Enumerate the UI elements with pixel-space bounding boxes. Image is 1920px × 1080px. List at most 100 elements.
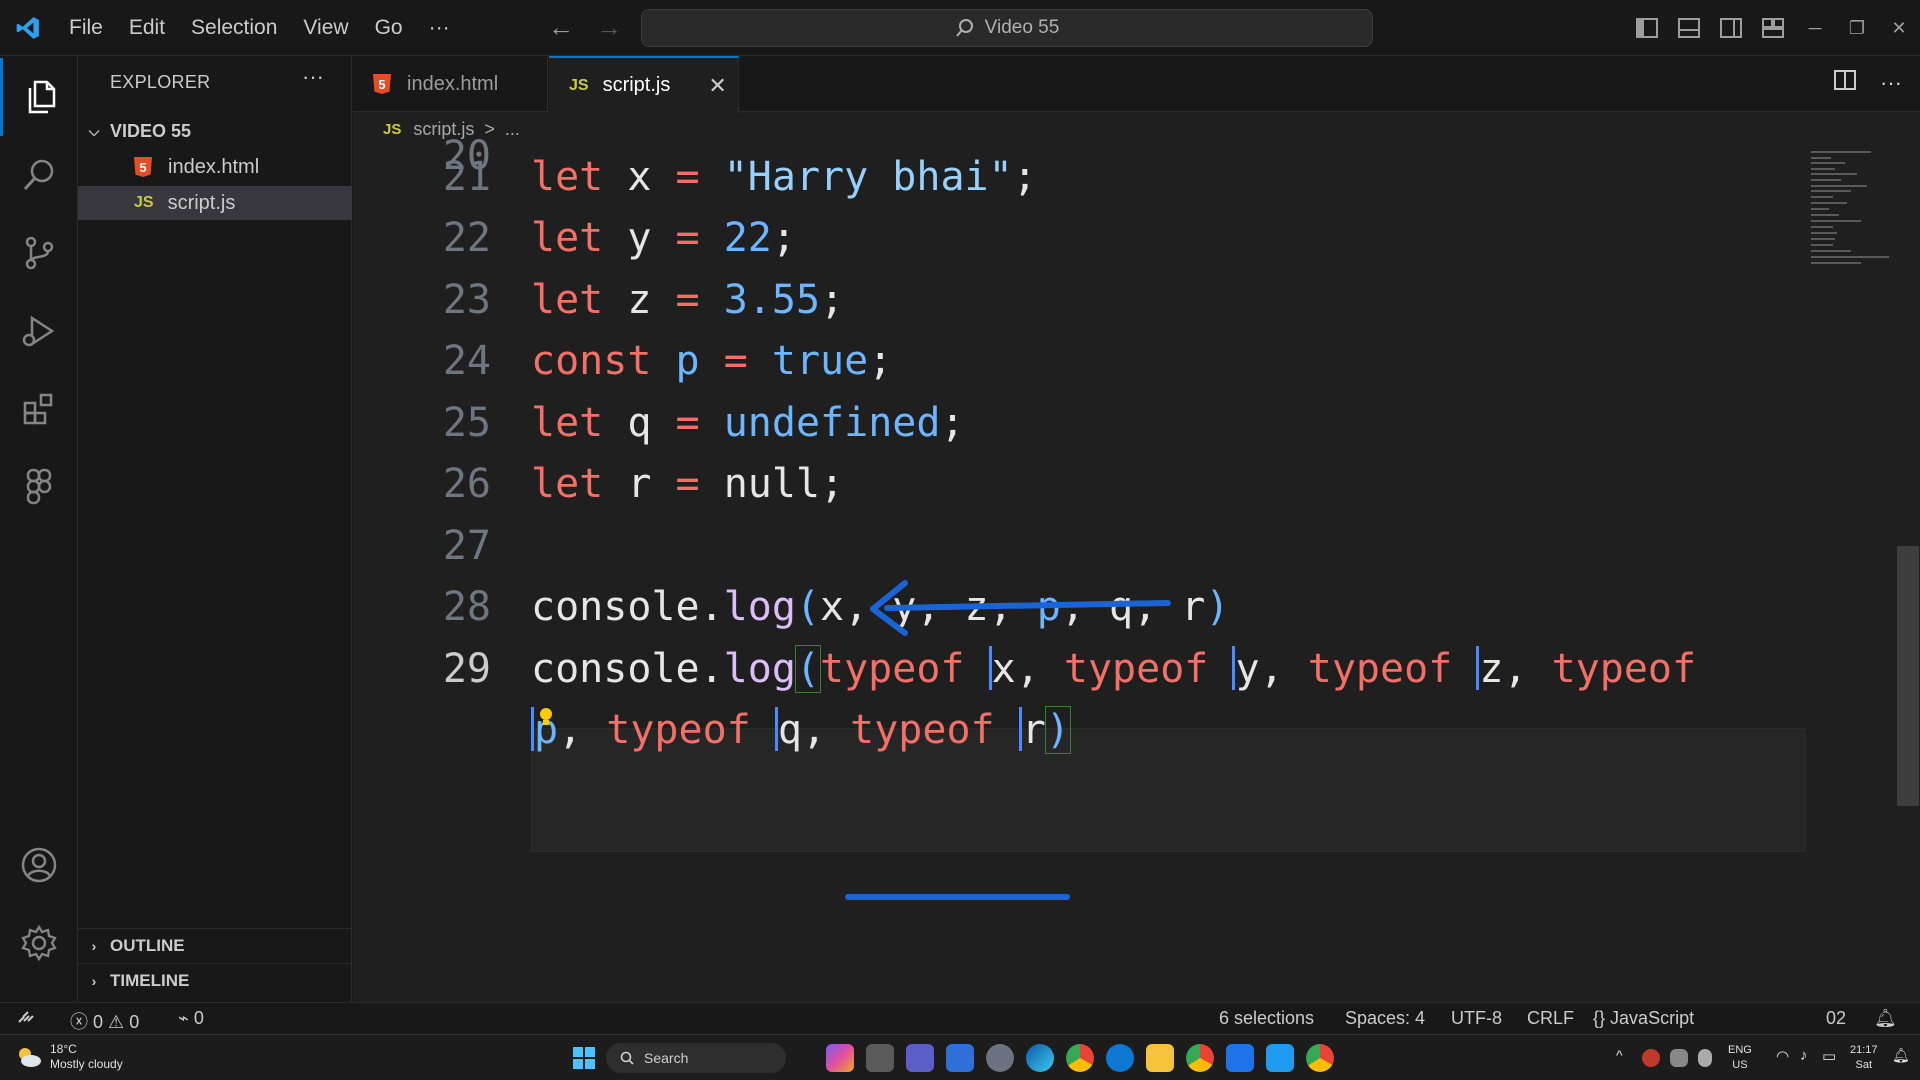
weather-widget[interactable]: 18°C Mostly cloudy: [16, 1042, 123, 1072]
menu-bar: File Edit Selection View Go ···: [56, 0, 463, 56]
minimap[interactable]: [1811, 149, 1893, 279]
toggle-panel-icon[interactable]: [1668, 0, 1710, 56]
menu-selection[interactable]: Selection: [178, 0, 290, 56]
folder-root[interactable]: ⌵ VIDEO 55: [78, 116, 352, 146]
file-item-script-js[interactable]: JS script.js: [78, 186, 352, 220]
title-right-controls: ─ ❐ ✕: [1626, 0, 1920, 56]
file-item-index-html[interactable]: 5 index.html: [78, 150, 352, 184]
tab-label: script.js: [602, 74, 671, 96]
windows-taskbar: 18°C Mostly cloudy Search ^ ENG US ◠ ♪ ▭…: [0, 1034, 1920, 1080]
chrome-dev-icon[interactable]: [1306, 1044, 1334, 1072]
task-view-icon[interactable]: [866, 1044, 894, 1072]
line-number: 24: [442, 338, 491, 384]
explorer-sidebar: EXPLORER ··· ⌵ VIDEO 55 5 index.html JS …: [78, 56, 352, 1002]
menu-more[interactable]: ···: [416, 0, 463, 56]
command-center-search[interactable]: Video 55: [641, 9, 1373, 47]
tray-overflow-chevron-icon[interactable]: ^: [1616, 1047, 1623, 1063]
todo-check-icon[interactable]: [1226, 1044, 1254, 1072]
breadcrumb-symbols[interactable]: ...: [505, 119, 520, 140]
close-icon[interactable]: ✕: [708, 73, 726, 99]
code-line-21: let x = "Harry bhai";: [531, 154, 1037, 200]
split-editor-icon[interactable]: [1834, 70, 1857, 96]
chrome-icon[interactable]: [1066, 1044, 1094, 1072]
toggle-primary-sidebar-icon[interactable]: [1626, 0, 1668, 56]
taskbar-search[interactable]: Search: [606, 1043, 786, 1073]
vertical-scrollbar[interactable]: [1897, 546, 1919, 806]
input-language[interactable]: ENG US: [1728, 1043, 1752, 1073]
ports-count: 0: [193, 1008, 204, 1028]
menu-go[interactable]: Go: [362, 0, 416, 56]
code-line-29: console.log(typeof x, typeof y, typeof z…: [531, 645, 1697, 693]
ports-indicator[interactable]: ⌁ 0: [178, 1008, 204, 1029]
activity-bar: [0, 56, 78, 1002]
file-explorer-icon[interactable]: [1146, 1044, 1174, 1072]
code-line-23: let z = 3.55;: [531, 277, 845, 323]
editor-more-icon[interactable]: ···: [1880, 70, 1902, 96]
explorer-icon[interactable]: [0, 58, 78, 136]
customize-layout-icon[interactable]: [1752, 0, 1794, 56]
explorer-more-icon[interactable]: ···: [302, 64, 324, 90]
selections-indicator[interactable]: 6 selections: [1219, 1008, 1314, 1029]
clock[interactable]: 21:17 Sat: [1850, 1043, 1878, 1073]
tab-script-js[interactable]: JS script.js ✕: [549, 56, 739, 113]
vscode-taskbar-icon[interactable]: [1266, 1044, 1294, 1072]
copilot-icon[interactable]: [826, 1044, 854, 1072]
chevron-down-icon: ⌵: [88, 122, 100, 139]
calendar-icon[interactable]: [946, 1044, 974, 1072]
tray-app-icon[interactable]: [1642, 1049, 1660, 1067]
outline-section[interactable]: › OUTLINE: [78, 928, 352, 963]
notifications-bell-icon[interactable]: 🔔︎: [1874, 1008, 1897, 1029]
manage-gear-icon[interactable]: [0, 904, 78, 982]
remote-indicator-icon[interactable]: [0, 1003, 52, 1035]
encoding-indicator[interactable]: UTF-8: [1451, 1008, 1502, 1029]
editor-actions: ···: [1834, 70, 1902, 96]
tab-bar: 5 index.html JS script.js ✕ ···: [353, 56, 1920, 113]
annotation-arrow-icon: [870, 580, 1171, 636]
onedrive-icon[interactable]: [1670, 1049, 1688, 1067]
settings-gear-icon[interactable]: [986, 1044, 1014, 1072]
explorer-title: EXPLORER: [110, 72, 211, 92]
accounts-icon[interactable]: [0, 826, 78, 904]
figma-icon[interactable]: [0, 448, 78, 526]
source-control-icon[interactable]: [0, 214, 78, 292]
wifi-icon[interactable]: ◠: [1776, 1047, 1789, 1065]
menu-edit[interactable]: Edit: [116, 0, 178, 56]
skype-icon[interactable]: [1106, 1044, 1134, 1072]
tab-index-html[interactable]: 5 index.html: [353, 56, 548, 112]
eol-indicator[interactable]: CRLF: [1527, 1008, 1574, 1029]
restore-icon[interactable]: ❐: [1836, 18, 1878, 39]
volume-icon[interactable]: ♪: [1800, 1047, 1808, 1064]
run-debug-icon[interactable]: [0, 292, 78, 370]
menu-view[interactable]: View: [290, 0, 361, 56]
weather-temperature: 18°C: [50, 1042, 77, 1056]
annotation-underline: [845, 894, 1070, 900]
windows-start-icon[interactable]: [570, 1044, 598, 1072]
search-icon[interactable]: [0, 136, 78, 214]
minimize-icon[interactable]: ─: [1794, 18, 1836, 39]
problems-indicator[interactable]: ⓧ 0 ⚠ 0: [70, 1008, 139, 1034]
file-name: script.js: [167, 191, 236, 214]
toggle-secondary-sidebar-icon[interactable]: [1710, 0, 1752, 56]
indentation-indicator[interactable]: Spaces: 4: [1345, 1008, 1425, 1029]
back-arrow-icon[interactable]: ←: [548, 12, 574, 43]
error-icon: ⓧ: [70, 1012, 88, 1032]
editor-area: 5 index.html JS script.js ✕ ··· JS scrip…: [353, 56, 1920, 1002]
line-number: 22: [442, 215, 491, 261]
notification-center-icon[interactable]: 🔔︎: [1892, 1047, 1910, 1064]
battery-icon[interactable]: ▭: [1822, 1047, 1836, 1065]
extensions-icon[interactable]: [0, 370, 78, 448]
microphone-icon[interactable]: [1698, 1049, 1712, 1067]
edge-browser-icon[interactable]: [1026, 1044, 1054, 1072]
forward-arrow-icon[interactable]: →: [596, 12, 622, 43]
chrome-profile-icon[interactable]: [1186, 1044, 1214, 1072]
chevron-right-icon: ›: [91, 973, 97, 989]
nav-arrows: ← →: [548, 12, 622, 43]
teams-icon[interactable]: [906, 1044, 934, 1072]
close-window-icon[interactable]: ✕: [1878, 18, 1920, 39]
timeline-section[interactable]: › TIMELINE: [78, 963, 352, 998]
code-editor[interactable]: 20 21 let x = "Harry bhai"; 22 let y = 2…: [353, 133, 1920, 1002]
language-indicator[interactable]: {} JavaScript: [1593, 1008, 1694, 1029]
menu-file[interactable]: File: [56, 0, 116, 56]
lightbulb-icon[interactable]: [538, 707, 554, 727]
lang-top: ENG: [1728, 1044, 1752, 1056]
